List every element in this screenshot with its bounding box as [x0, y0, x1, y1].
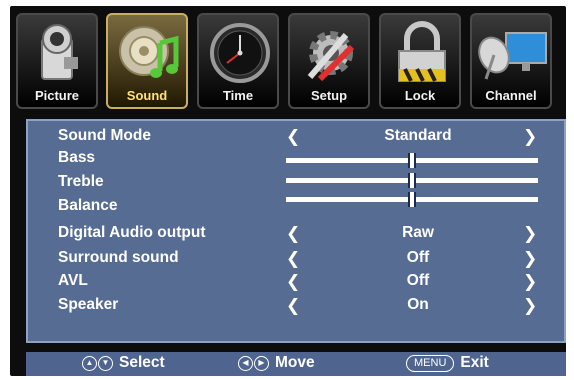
slider-thumb[interactable]: [408, 173, 416, 188]
padlock-icon: [398, 21, 446, 82]
tools-gear-icon: [307, 31, 355, 82]
hint-select-label: Select: [119, 354, 165, 371]
setting-speaker[interactable]: Speaker ❮ On ❯: [28, 296, 564, 318]
setting-label: Digital Audio output: [58, 224, 206, 241]
setting-label: Speaker: [58, 296, 119, 313]
chevron-left-icon[interactable]: ❮: [286, 272, 300, 292]
hint-move: ◀ ▶ Move: [238, 354, 315, 372]
setting-balance[interactable]: Balance: [28, 192, 564, 219]
footer-hint-bar: ▲ ▼ Select ◀ ▶ Move MENU Exit: [26, 352, 566, 376]
setting-label: Treble: [58, 173, 104, 190]
menu-tabs: Picture Sound Time Setup Lock Channel: [16, 13, 560, 110]
tab-label: Time: [222, 88, 254, 103]
up-down-icon: ▲ ▼: [82, 355, 113, 371]
tab-sound[interactable]: Sound: [106, 13, 188, 109]
setting-digital-audio-output[interactable]: Digital Audio output ❮ Raw ❯: [28, 224, 564, 246]
treble-slider[interactable]: [286, 173, 538, 188]
tab-picture[interactable]: Picture: [16, 13, 98, 109]
setting-value: Raw: [402, 224, 434, 241]
setting-label: AVL: [58, 272, 88, 289]
satellite-dish-icon: [478, 32, 547, 80]
left-right-icon: ◀ ▶: [238, 355, 269, 371]
setting-bass[interactable]: Bass: [28, 149, 564, 171]
slider-thumb[interactable]: [408, 192, 416, 207]
tab-channel[interactable]: Channel: [470, 13, 552, 109]
slider-thumb[interactable]: [408, 153, 416, 168]
tab-label: Lock: [404, 88, 436, 103]
sound-settings-panel: Sound Mode ❮ Standard ❯ Bass Treble Bala…: [26, 119, 566, 343]
chevron-left-icon[interactable]: ❮: [286, 296, 300, 316]
hint-select: ▲ ▼ Select: [82, 354, 165, 372]
chevron-right-icon[interactable]: ❯: [523, 249, 537, 269]
hint-exit: MENU Exit: [406, 354, 489, 372]
setting-avl[interactable]: AVL ❮ Off ❯: [28, 272, 564, 294]
setting-label: Sound Mode: [58, 127, 151, 144]
hint-move-label: Move: [275, 354, 315, 371]
clock-icon: [210, 23, 270, 83]
tab-label: Sound: [126, 88, 168, 103]
setting-treble[interactable]: Treble: [28, 173, 564, 195]
chevron-left-icon[interactable]: ❮: [286, 127, 300, 147]
hint-exit-label: Exit: [460, 354, 489, 371]
setting-sound-mode[interactable]: Sound Mode ❮ Standard ❯: [28, 127, 564, 149]
setting-value: On: [407, 296, 429, 313]
tab-lock[interactable]: Lock: [379, 13, 461, 109]
setting-label: Balance: [58, 197, 118, 214]
chevron-right-icon[interactable]: ❯: [523, 127, 537, 147]
tab-setup[interactable]: Setup: [288, 13, 370, 109]
menu-key-icon: MENU: [406, 354, 455, 372]
setting-value: Standard: [384, 127, 452, 144]
chevron-right-icon[interactable]: ❯: [523, 272, 537, 292]
setting-value: Off: [406, 272, 430, 289]
chevron-right-icon[interactable]: ❯: [523, 296, 537, 316]
camera-icon: [41, 24, 78, 80]
balance-slider[interactable]: [286, 192, 538, 207]
setting-label: Surround sound: [58, 249, 179, 266]
setting-surround-sound[interactable]: Surround sound ❮ Off ❯: [28, 249, 564, 271]
bass-slider[interactable]: [286, 153, 538, 168]
chevron-right-icon[interactable]: ❯: [523, 224, 537, 244]
tab-label: Channel: [485, 88, 537, 103]
tab-label: Setup: [310, 88, 348, 103]
music-note-icon: [119, 26, 179, 78]
chevron-left-icon[interactable]: ❮: [286, 249, 300, 269]
setting-label: Bass: [58, 149, 96, 166]
setting-value: Off: [406, 249, 430, 266]
chevron-left-icon[interactable]: ❮: [286, 224, 300, 244]
tab-time[interactable]: Time: [197, 13, 279, 109]
tab-label: Picture: [34, 88, 80, 103]
